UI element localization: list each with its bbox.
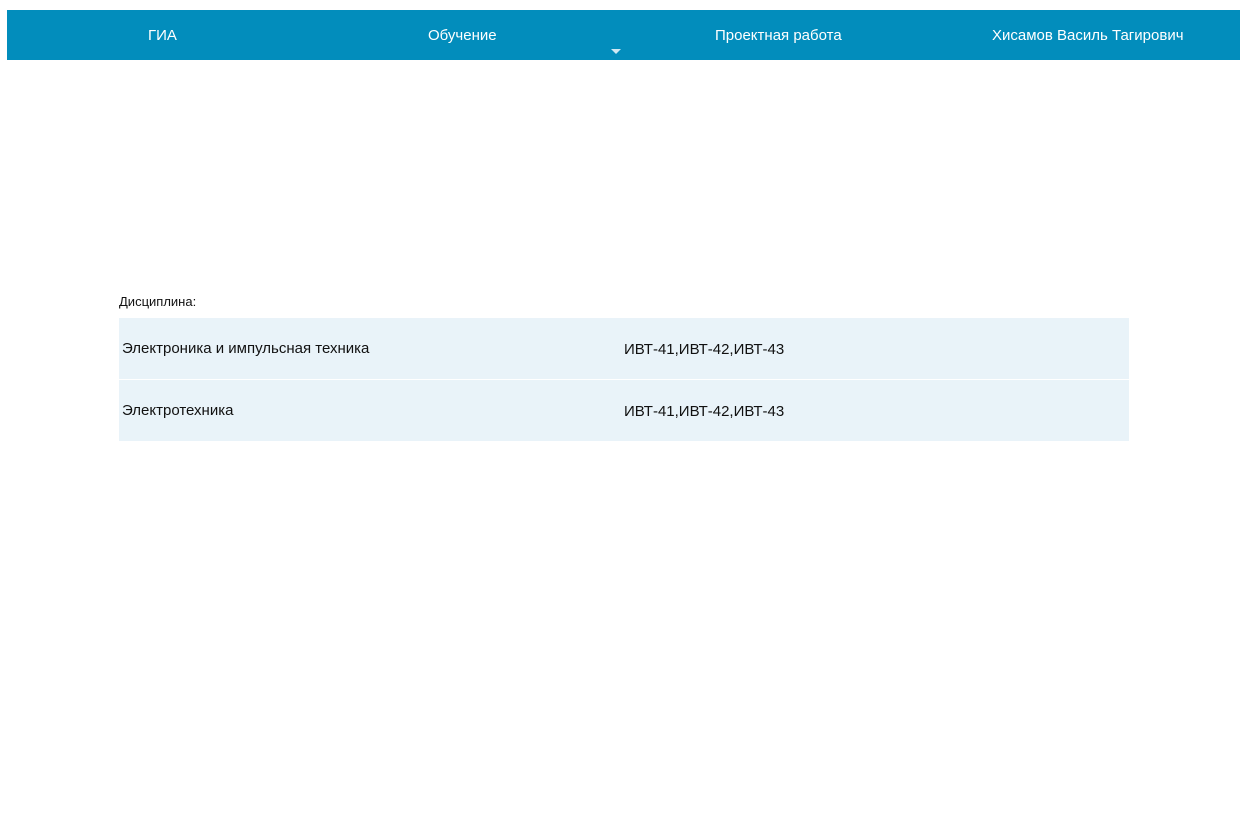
- discipline-name: Электроника и импульсная техника: [122, 340, 370, 357]
- discipline-groups: ИВТ-41,ИВТ-42,ИВТ-43: [624, 403, 785, 420]
- disciplines-table: Электроника и импульсная техника ИВТ-41,…: [119, 318, 1129, 442]
- disciplines-label: Дисциплина:: [119, 294, 197, 309]
- discipline-groups: ИВТ-41,ИВТ-42,ИВТ-43: [624, 341, 785, 358]
- nav-item-project-work[interactable]: Проектная работа: [715, 10, 842, 60]
- top-navbar: ГИА Обучение Проектная работа Хисамов Ва…: [7, 10, 1240, 60]
- nav-item-learning[interactable]: Обучение: [428, 10, 497, 60]
- nav-item-gia[interactable]: ГИА: [148, 10, 177, 60]
- caret-down-icon[interactable]: [611, 49, 621, 54]
- discipline-name: Электротехника: [122, 402, 234, 419]
- page: ГИА Обучение Проектная работа Хисамов Ва…: [0, 0, 1247, 835]
- user-menu[interactable]: Хисамов Василь Тагирович: [992, 10, 1184, 60]
- discipline-row[interactable]: Электроника и импульсная техника ИВТ-41,…: [119, 318, 1129, 379]
- discipline-row[interactable]: Электротехника ИВТ-41,ИВТ-42,ИВТ-43: [119, 380, 1129, 441]
